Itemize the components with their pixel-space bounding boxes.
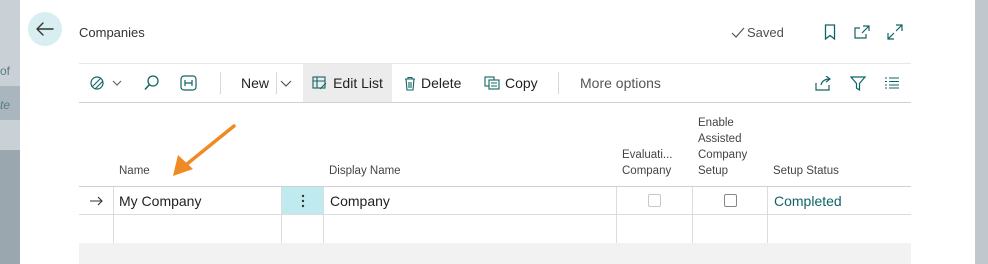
background-panel — [0, 150, 20, 264]
delete-button[interactable]: Delete — [404, 64, 461, 102]
name-cell[interactable]: My Company — [114, 187, 281, 214]
enable-assisted-setup-checkbox[interactable] — [723, 194, 737, 207]
view-menu-button[interactable] — [89, 64, 122, 102]
more-options-button[interactable]: More options — [580, 64, 661, 102]
background-text: of — [0, 64, 11, 78]
filter-pane-button[interactable] — [180, 64, 197, 102]
bookmark-button[interactable] — [820, 22, 840, 42]
more-options-label: More options — [580, 75, 661, 91]
table-row-empty[interactable] — [79, 215, 911, 242]
copy-icon — [484, 76, 500, 90]
copy-button[interactable]: Copy — [484, 64, 538, 102]
search-button[interactable] — [143, 64, 161, 102]
filter-icon — [850, 75, 866, 91]
checkmark-icon — [731, 27, 745, 38]
row-indicator — [79, 187, 113, 214]
saved-label: Saved — [747, 25, 784, 40]
open-new-window-button[interactable] — [852, 22, 872, 42]
new-label: New — [241, 75, 270, 91]
annotation-arrow-icon — [173, 124, 236, 176]
filter-button[interactable] — [850, 64, 866, 102]
edit-list-icon — [312, 76, 327, 90]
evaluation-company-checkbox — [648, 194, 661, 207]
background-panel — [975, 0, 988, 264]
bookmark-icon — [824, 24, 836, 40]
new-menu-button[interactable] — [280, 64, 292, 102]
expand-button[interactable] — [885, 22, 905, 42]
row-actions-button[interactable] — [282, 187, 323, 214]
header-line: Company — [698, 149, 748, 161]
new-button[interactable]: New — [241, 64, 269, 102]
arrow-right-icon — [90, 196, 103, 205]
open-in-new-icon — [854, 25, 870, 39]
grid-view-icon — [180, 75, 197, 91]
toolbar-divider — [276, 72, 277, 94]
arrow-left-icon — [36, 22, 54, 36]
edit-list-label: Edit List — [333, 75, 383, 91]
companies-dialog: Companies Saved New Edit List Delete Cop… — [20, 0, 975, 264]
edit-list-button[interactable]: Edit List — [303, 64, 392, 102]
column-header-setup-status[interactable]: Setup Status — [773, 163, 839, 179]
column-header-enable-assisted-setup[interactable]: Enable Assisted Company Setup — [698, 115, 747, 179]
assisted-setup-cell[interactable] — [693, 187, 767, 214]
back-button[interactable] — [28, 12, 62, 46]
column-header-evaluation-company[interactable]: Evaluati... Company — [622, 147, 673, 179]
share-icon — [815, 75, 831, 91]
saved-status: Saved — [731, 25, 784, 40]
header-line: Setup — [698, 165, 729, 177]
trash-icon — [405, 76, 415, 91]
expand-icon — [887, 24, 903, 40]
delete-label: Delete — [421, 75, 462, 91]
toolbar-divider — [220, 72, 221, 94]
page-title: Companies — [79, 25, 145, 40]
setup-status-link[interactable]: Completed — [768, 187, 911, 214]
evaluation-company-cell — [617, 187, 692, 214]
search-icon — [144, 75, 159, 91]
list-footer — [79, 243, 911, 264]
companies-table: My Company Company Completed — [79, 186, 911, 244]
share-button[interactable] — [815, 64, 832, 102]
toolbar-divider — [558, 72, 559, 94]
header-line: Evaluati... — [622, 149, 673, 161]
display-name-cell[interactable]: Company — [324, 187, 616, 214]
column-header-name[interactable]: Name — [119, 163, 150, 179]
chevron-down-icon — [280, 80, 292, 87]
list-icon — [885, 77, 899, 89]
background-text: te — [0, 98, 11, 112]
table-row[interactable]: My Company Company Completed — [79, 187, 911, 214]
list-options-button[interactable] — [884, 64, 900, 102]
header-line: Assisted — [698, 133, 742, 145]
header-line: Enable — [698, 117, 734, 129]
column-header-display-name[interactable]: Display Name — [329, 163, 401, 179]
more-vertical-icon — [301, 194, 304, 207]
copy-label: Copy — [505, 75, 538, 91]
views-icon — [90, 76, 104, 90]
chevron-down-icon — [112, 80, 122, 86]
header-line: Company — [622, 165, 672, 177]
action-bar: New Edit List Delete Copy More options — [79, 63, 911, 103]
